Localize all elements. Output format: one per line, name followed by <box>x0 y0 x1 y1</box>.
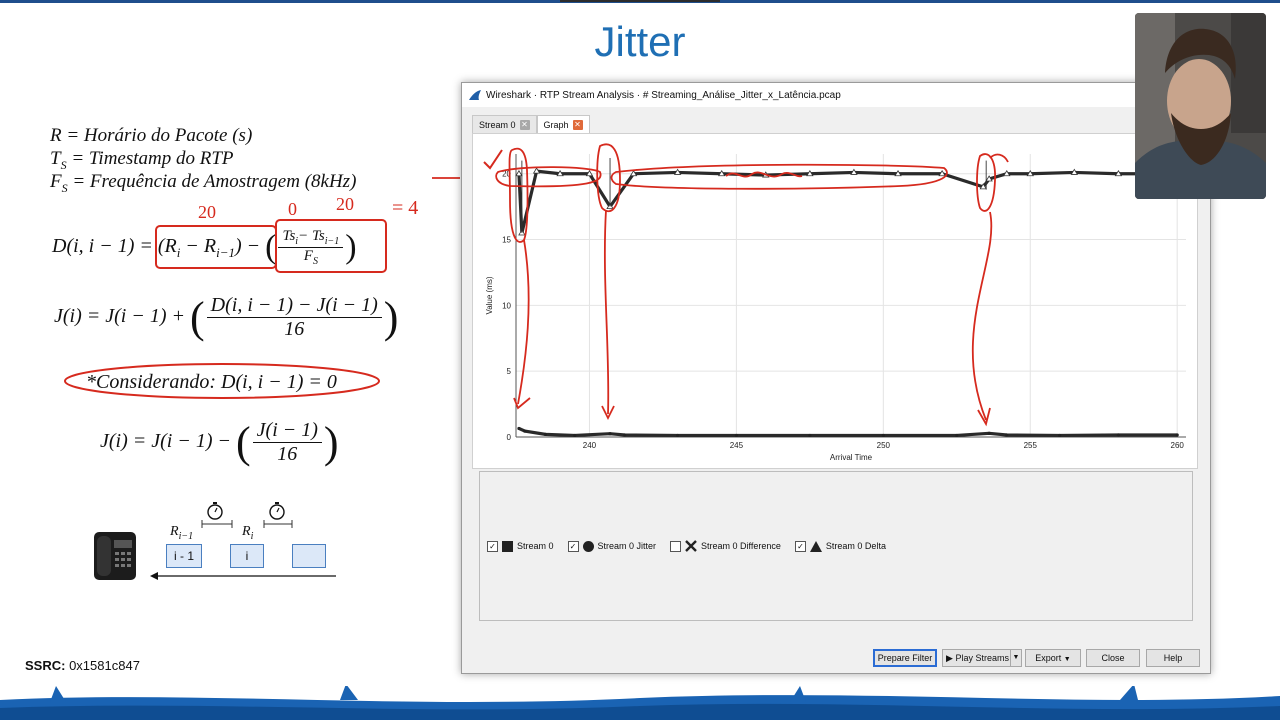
rtp-analysis-window: Wireshark · RTP Stream Analysis · # Stre… <box>461 82 1211 674</box>
dropdown-arrow-icon[interactable]: ▼ <box>1010 650 1021 666</box>
tab-bar: Stream 0 ✕ Graph ✕ <box>472 115 590 134</box>
definitions-block: R = Horário do Pacote (s) TS = Timestamp… <box>50 124 357 195</box>
jitter-point <box>881 433 885 438</box>
def-r: R = Horário do Pacote (s) <box>50 125 253 146</box>
jitter-point <box>676 433 680 438</box>
shark-fin-icon <box>50 686 66 702</box>
y-tick-label: 15 <box>502 236 511 245</box>
x-tick-label: 260 <box>1171 441 1185 450</box>
jitter-point <box>1058 433 1062 438</box>
arrow-left-icon <box>150 572 158 580</box>
presenter-webcam <box>1135 13 1266 199</box>
shark-fin-icon <box>790 686 806 702</box>
bottom-wave-decoration <box>0 686 1280 720</box>
annotation-value-4: = 4 <box>392 197 418 219</box>
jitter-point <box>1116 433 1121 437</box>
series-delta-line <box>517 169 1178 234</box>
legend-item-jitter[interactable]: ✓ Stream 0 Jitter <box>567 540 656 552</box>
help-button[interactable]: Help <box>1146 649 1200 667</box>
shark-fin-icon <box>340 686 358 700</box>
y-tick-label: 20 <box>502 170 511 179</box>
stopwatch-icon <box>207 502 223 520</box>
legend-item-difference[interactable]: Stream 0 Difference <box>670 540 781 552</box>
y-axis-label: Value (ms) <box>485 276 494 314</box>
triangle-icon <box>809 540 822 552</box>
jitter-point <box>523 429 527 433</box>
annotation-value-3: 20 <box>336 194 354 214</box>
jitter-point <box>573 433 577 438</box>
top-accent-segment <box>560 0 720 2</box>
packet-next <box>292 544 326 568</box>
tab-stream-0[interactable]: Stream 0 ✕ <box>472 115 537 134</box>
dropdown-arrow-icon: ▼ <box>1063 656 1071 663</box>
close-icon[interactable]: ✕ <box>572 120 583 130</box>
label-r-cur: Ri <box>242 524 254 542</box>
close-icon[interactable]: ✕ <box>519 120 530 130</box>
jitter-point <box>608 432 612 436</box>
circle-icon <box>582 540 594 552</box>
condition-text: *Considerando: D(i, i − 1) = 0 <box>86 371 337 393</box>
export-button[interactable]: Export ▼ <box>1025 649 1081 667</box>
def-ts: TS = Timestamp do RTP <box>50 148 234 172</box>
jitter-point <box>543 432 547 436</box>
window-title: Wireshark · RTP Stream Analysis · # Stre… <box>486 89 841 101</box>
formula-jitter: J(i) = J(i − 1) + (D(i, i − 1) − J(i − 1… <box>54 293 399 342</box>
label-r-prev: Ri−1 <box>170 524 194 542</box>
jitter-point <box>955 433 959 438</box>
prepare-filter-button[interactable]: Prepare Filter <box>873 649 937 667</box>
formula-jitter-simplified: J(i) = J(i − 1) − (J(i − 1) 16) <box>100 418 339 467</box>
square-icon <box>502 540 513 552</box>
ssrc-label: SSRC: 0x1581c847 <box>25 658 140 673</box>
jitter-point <box>987 431 991 435</box>
packet-diagram: Ri−1 Ri i - 1 i <box>92 500 352 590</box>
legend-item-delta[interactable]: ✓ Stream 0 Delta <box>794 540 886 552</box>
wireshark-fin-icon <box>469 90 481 100</box>
play-streams-button[interactable]: ▶ Play Streams ▼ <box>942 649 1022 667</box>
y-tick-label: 5 <box>507 367 512 376</box>
graph-area[interactable]: 240 245 250 255 260 0 5 10 15 20 Arrival Time Value… <box>472 133 1198 469</box>
jitter-point <box>734 433 738 438</box>
checkbox[interactable]: ✓ <box>567 540 579 552</box>
x-tick-label: 250 <box>877 441 891 450</box>
annotation-value-2: 0 <box>288 199 297 219</box>
stopwatch-icon <box>269 502 285 520</box>
window-titlebar[interactable]: Wireshark · RTP Stream Analysis · # Stre… <box>462 83 1210 107</box>
legend-panel: ✓ Stream 0 ✓ Stream 0 Jitter Stream 0 Di… <box>479 471 1193 621</box>
y-tick-label: 0 <box>507 433 512 442</box>
tab-graph[interactable]: Graph ✕ <box>536 115 590 134</box>
checkbox[interactable]: ✓ <box>794 540 806 552</box>
x-tick-label: 240 <box>583 441 597 450</box>
jitter-point <box>1005 433 1009 437</box>
formula-difference: D(i, i − 1) = (Ri − Ri−1) − (Tsi− Tsi−1 F… <box>52 228 357 267</box>
jitter-point <box>1175 433 1179 437</box>
presenter-video-frame <box>1135 13 1266 199</box>
close-button[interactable]: Close <box>1086 649 1140 667</box>
checkbox[interactable]: ✓ <box>487 540 498 552</box>
jitter-point <box>517 426 521 431</box>
play-icon: ▶ <box>946 653 953 663</box>
jitter-point <box>808 433 812 438</box>
x-tick-label: 245 <box>730 441 744 450</box>
x-axis-label: Arrival Time <box>830 453 873 462</box>
legend-row: ✓ Stream 0 ✓ Stream 0 Jitter Stream 0 Di… <box>487 540 886 552</box>
legend-item-stream[interactable]: ✓ Stream 0 <box>487 540 554 552</box>
shark-fin-icon <box>1120 686 1138 700</box>
y-tick-label: 10 <box>502 301 511 310</box>
annotation-value-1: 20 <box>198 202 216 222</box>
cross-icon <box>685 540 697 552</box>
slide-title: Jitter <box>594 18 686 65</box>
jitter-point <box>623 433 627 437</box>
rtp-graph-chart: 240 245 250 255 260 0 5 10 15 20 Arrival Time Value… <box>485 154 1186 462</box>
def-fs: FS = Frequência de Amostragem (8kHz) <box>50 171 357 195</box>
x-tick-label: 255 <box>1024 441 1038 450</box>
packet-prev: i - 1 <box>166 544 202 568</box>
checkbox[interactable] <box>670 540 682 552</box>
packet-current: i <box>230 544 264 568</box>
series-jitter-line <box>518 426 1178 438</box>
ssrc-value: 0x1581c847 <box>69 658 140 673</box>
